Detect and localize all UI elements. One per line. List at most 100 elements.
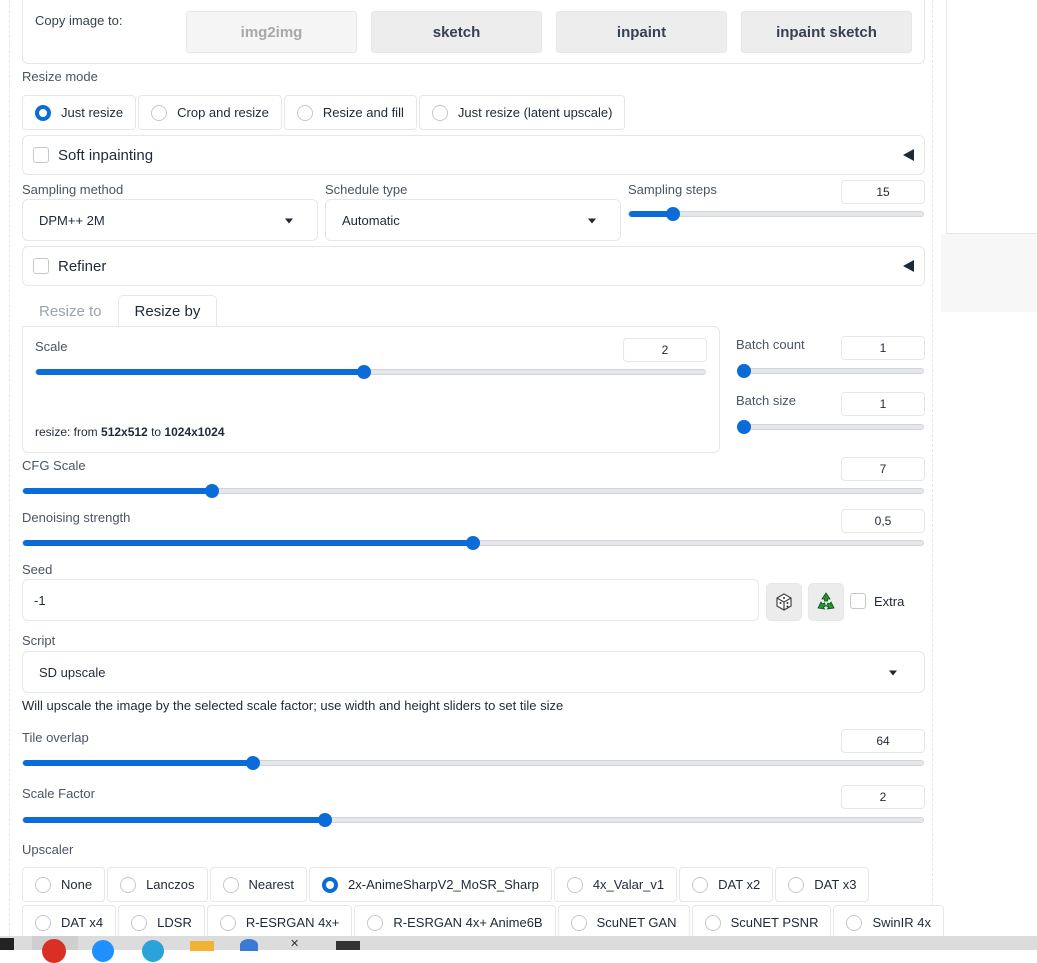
- slider-thumb[interactable]: [356, 365, 371, 379]
- soft-inpainting-checkbox[interactable]: [33, 147, 49, 163]
- recycle-icon: [817, 592, 835, 610]
- upscaler-dat-x3[interactable]: DAT x3: [775, 867, 870, 902]
- scale-factor-slider[interactable]: [22, 813, 924, 827]
- slider-thumb[interactable]: [666, 207, 681, 221]
- upscaler-dat-x4[interactable]: DAT x4: [22, 905, 117, 940]
- scale-factor-input[interactable]: 2: [841, 785, 925, 809]
- tile-overlap-input[interactable]: 64: [841, 729, 925, 753]
- slider-thumb[interactable]: [245, 756, 260, 770]
- resize-mode-crop-and-resize[interactable]: Crop and resize: [138, 95, 282, 130]
- cfg-scale-input[interactable]: 7: [841, 457, 925, 481]
- radio-icon: [704, 914, 721, 931]
- sampling-steps-slider[interactable]: [628, 207, 924, 221]
- refiner-label: Refiner: [58, 257, 107, 275]
- cfg-scale-slider[interactable]: [22, 484, 924, 498]
- resize-mode-just-resize[interactable]: Just resize: [22, 95, 137, 130]
- script-dropdown[interactable]: SD upscale: [22, 651, 925, 693]
- radio-icon: [431, 104, 448, 121]
- random-seed-button[interactable]: [766, 583, 802, 621]
- slider-fill: [36, 369, 364, 375]
- scale-label: Scale: [35, 339, 68, 354]
- copy-to-sketch-button[interactable]: sketch: [371, 11, 542, 53]
- copy-to-inpaint-button[interactable]: inpaint: [556, 11, 727, 53]
- refiner-accordion[interactable]: Refiner: [22, 246, 925, 286]
- radio-icon: [219, 914, 236, 931]
- upscaler-swinir-4x[interactable]: SwinIR 4x: [833, 905, 944, 940]
- tool-icon[interactable]: ✕: [290, 939, 302, 950]
- upscaler-scunet-gan[interactable]: ScuNET GAN: [557, 905, 690, 940]
- upscaler-r-esrgan-anime6b[interactable]: R-ESRGAN 4x+ Anime6B: [354, 905, 556, 940]
- upscaler-2x-animesharp[interactable]: 2x-AnimeSharpV2_MoSR_Sharp: [309, 867, 552, 902]
- tile-overlap-slider[interactable]: [22, 756, 924, 770]
- refiner-checkbox[interactable]: [33, 258, 49, 274]
- denoising-strength-input[interactable]: 0,5: [841, 509, 925, 533]
- slider-thumb[interactable]: [737, 364, 751, 378]
- reuse-seed-button[interactable]: [808, 583, 844, 621]
- batch-size-input[interactable]: 1: [841, 392, 925, 416]
- tab-resize-to[interactable]: Resize to: [23, 295, 118, 327]
- script-label: Script: [22, 633, 56, 648]
- extra-seed-label: Extra: [874, 594, 905, 609]
- radio-icon: [296, 104, 313, 121]
- radio-icon: [846, 914, 863, 931]
- seed-input[interactable]: -1: [22, 579, 759, 621]
- app-icon[interactable]: [240, 939, 258, 951]
- radio-icon: [131, 914, 148, 931]
- tab-resize-by[interactable]: Resize by: [117, 295, 218, 327]
- sampling-method-value: DPM++ 2M: [39, 212, 105, 228]
- sampling-steps-label: Sampling steps: [628, 182, 717, 197]
- extra-seed-checkbox[interactable]: [850, 593, 866, 609]
- slider-thumb[interactable]: [205, 484, 219, 498]
- schedule-type-dropdown[interactable]: Automatic: [325, 199, 621, 241]
- resize-mode-latent-upscale[interactable]: Just resize (latent upscale): [418, 95, 626, 130]
- schedule-type-value: Automatic: [342, 212, 400, 228]
- soft-inpainting-accordion[interactable]: Soft inpainting: [22, 135, 925, 175]
- radio-icon: [367, 914, 384, 931]
- radio-icon: [570, 914, 587, 931]
- scale-input[interactable]: 2: [623, 338, 707, 362]
- script-description: Will upscale the image by the selected s…: [22, 698, 564, 713]
- slider-thumb[interactable]: [737, 420, 751, 434]
- collapse-triangle-icon[interactable]: [903, 260, 914, 272]
- upscaler-nearest[interactable]: Nearest: [209, 867, 308, 902]
- batch-count-slider[interactable]: [737, 364, 924, 378]
- copy-to-inpaint-sketch-button[interactable]: inpaint sketch: [741, 11, 912, 53]
- chrome-icon[interactable]: [42, 939, 66, 963]
- denoising-strength-slider[interactable]: [22, 536, 924, 550]
- sampling-method-dropdown[interactable]: DPM++ 2M: [22, 199, 318, 241]
- script-value: SD upscale: [39, 664, 106, 680]
- schedule-type-label: Schedule type: [325, 182, 408, 197]
- upscaler-4x-valar[interactable]: 4x_Valar_v1: [553, 867, 678, 902]
- output-panel-footer: [941, 234, 1037, 312]
- radio-icon: [322, 876, 339, 893]
- chevron-down-icon: [889, 670, 897, 676]
- resize-mode-resize-and-fill[interactable]: Resize and fill: [283, 95, 417, 130]
- batch-count-input[interactable]: 1: [841, 336, 925, 360]
- denoising-strength-label: Denoising strength: [22, 510, 131, 525]
- resize-note: resize: from 512x512 to 1024x1024: [35, 425, 225, 439]
- left-column-edge: [9, 0, 10, 936]
- scale-slider[interactable]: [35, 365, 706, 379]
- slider-thumb[interactable]: [317, 813, 332, 827]
- resize-note-from: 512x512: [101, 425, 148, 439]
- upscaler-scunet-psnr[interactable]: ScuNET PSNR: [691, 905, 832, 940]
- start-icon[interactable]: [0, 938, 14, 950]
- upscaler-lanczos[interactable]: Lanczos: [107, 867, 208, 902]
- batch-size-slider[interactable]: [737, 420, 924, 434]
- browser-icon[interactable]: [142, 940, 164, 962]
- telegram-icon[interactable]: [92, 940, 114, 962]
- slider-thumb[interactable]: [466, 536, 480, 550]
- radio-icon: [692, 876, 709, 893]
- upscaler-row-2: DAT x4 LDSR R-ESRGAN 4x+ R-ESRGAN 4x+ An…: [22, 905, 944, 940]
- upscaler-r-esrgan-4x[interactable]: R-ESRGAN 4x+: [206, 905, 353, 940]
- collapse-triangle-icon[interactable]: [903, 149, 914, 161]
- sampling-steps-input[interactable]: 15: [841, 180, 925, 204]
- batch-count-label: Batch count: [736, 337, 805, 352]
- terminal-icon[interactable]: [336, 941, 360, 950]
- copy-to-img2img-button[interactable]: img2img: [186, 11, 357, 53]
- taskbar: ✕: [0, 936, 1037, 963]
- upscaler-none[interactable]: None: [22, 867, 106, 902]
- upscaler-ldsr[interactable]: LDSR: [118, 905, 205, 940]
- upscaler-dat-x2[interactable]: DAT x2: [679, 867, 774, 902]
- resize-mode-label: Resize mode: [22, 69, 98, 84]
